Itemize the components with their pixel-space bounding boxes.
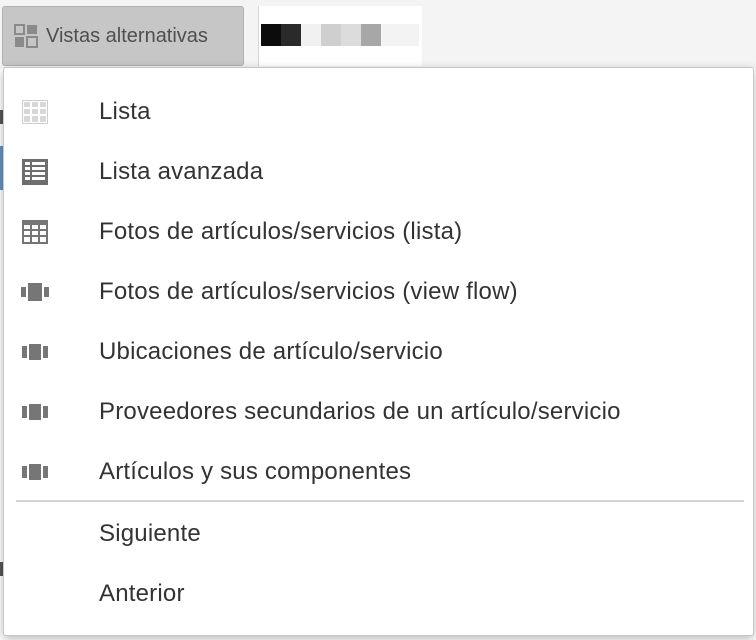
menu-item-proveedores-secundarios[interactable]: Proveedores secundarios de un artículo/s… bbox=[4, 382, 753, 442]
grid-dense-icon bbox=[21, 158, 49, 186]
flow-icon bbox=[21, 278, 49, 306]
menu-item-siguiente[interactable]: Siguiente bbox=[4, 504, 753, 564]
alternative-views-button[interactable]: Vistas alternativas bbox=[2, 6, 244, 66]
menu-item-lista[interactable]: Lista bbox=[4, 82, 753, 142]
menu-item-label: Anterior bbox=[99, 580, 185, 607]
menu-item-lista-avanzada[interactable]: Lista avanzada bbox=[4, 142, 753, 202]
grid-light-icon bbox=[21, 98, 49, 126]
menu-item-articulos-componentes[interactable]: Artículos y sus componentes bbox=[4, 442, 753, 502]
view-switch-icon bbox=[13, 23, 39, 49]
menu-item-label: Siguiente bbox=[99, 520, 201, 547]
menu-item-label: Ubicaciones de artículo/servicio bbox=[99, 338, 443, 365]
menu-item-label: Lista bbox=[99, 98, 151, 125]
menu-item-label: Fotos de artículos/servicios (view flow) bbox=[99, 278, 518, 305]
columns-icon bbox=[21, 398, 49, 426]
grid-icon bbox=[21, 218, 49, 246]
menu-item-fotos-lista[interactable]: Fotos de artículos/servicios (lista) bbox=[4, 202, 753, 262]
menu-item-label: Proveedores secundarios de un artículo/s… bbox=[99, 398, 621, 425]
menu-item-label: Fotos de artículos/servicios (lista) bbox=[99, 218, 463, 245]
alternative-views-label: Vistas alternativas bbox=[46, 24, 208, 47]
menu-item-label: Artículos y sus componentes bbox=[99, 458, 412, 485]
columns-icon bbox=[21, 458, 49, 486]
menu-item-anterior[interactable]: Anterior bbox=[4, 564, 753, 624]
menu-item-ubicaciones[interactable]: Ubicaciones de artículo/servicio bbox=[4, 322, 753, 382]
obscured-content bbox=[258, 6, 422, 66]
toolbar: Vistas alternativas bbox=[0, 0, 756, 68]
menu-item-label: Lista avanzada bbox=[99, 158, 264, 185]
menu-divider bbox=[16, 500, 744, 502]
menu-item-fotos-view-flow[interactable]: Fotos de artículos/servicios (view flow) bbox=[4, 262, 753, 322]
columns-icon bbox=[21, 338, 49, 366]
alternative-views-menu: Lista Lista avanzada Fotos de artículos/… bbox=[3, 67, 754, 636]
